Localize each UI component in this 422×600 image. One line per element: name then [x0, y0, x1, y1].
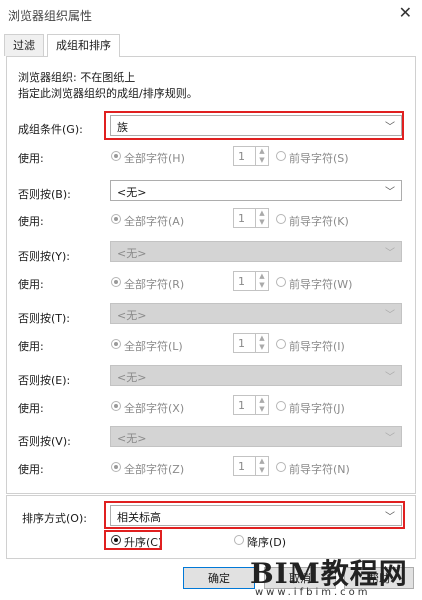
- highlight-box: [104, 501, 405, 529]
- highlight-box: [104, 111, 404, 140]
- group-by-label: 成组条件(G):: [18, 123, 83, 136]
- sort-by-label: 排序方式(O):: [22, 512, 87, 525]
- use-label: 使用:: [18, 463, 44, 476]
- stepper-up-icon[interactable]: ▲: [255, 209, 268, 218]
- stepper-up-icon[interactable]: ▲: [255, 396, 268, 405]
- stepper-down-icon[interactable]: ▼: [255, 405, 268, 414]
- all-chars-radio[interactable]: [111, 401, 121, 411]
- leading-chars-radio[interactable]: [276, 401, 286, 411]
- then-by-label: 否则按(B):: [18, 188, 71, 201]
- leading-chars-radio[interactable]: [276, 277, 286, 287]
- chevron-down-icon: ﹀: [385, 433, 395, 444]
- then-by-value: <无>: [117, 371, 147, 384]
- all-chars-radio[interactable]: [111, 339, 121, 349]
- then-by-dropdown[interactable]: <无> ﹀: [110, 303, 402, 324]
- all-chars-radio[interactable]: [111, 462, 121, 472]
- leading-count-value: 1: [238, 212, 245, 225]
- then-by-value: <无>: [117, 309, 147, 322]
- use-label: 使用:: [18, 340, 44, 353]
- then-by-dropdown[interactable]: <无> ﹀: [110, 426, 402, 447]
- leading-count-value: 1: [238, 275, 245, 288]
- stepper-down-icon[interactable]: ▼: [255, 156, 268, 165]
- leading-chars-label: 前导字符(I): [289, 340, 345, 353]
- leading-count-stepper[interactable]: 1 ▲ ▼: [233, 146, 269, 166]
- stepper-down-icon[interactable]: ▼: [255, 466, 268, 475]
- leading-chars-label: 前导字符(N): [289, 463, 350, 476]
- descending-label: 降序(D): [247, 536, 287, 549]
- then-by-label: 否则按(Y):: [18, 250, 71, 263]
- then-by-dropdown[interactable]: <无> ﹀: [110, 365, 402, 386]
- all-chars-label: 全部字符(R): [124, 278, 185, 291]
- leading-count-stepper[interactable]: 1 ▲ ▼: [233, 395, 269, 415]
- title-bar: 浏览器组织属性 ✕: [0, 0, 422, 30]
- ok-button[interactable]: 确定: [183, 567, 255, 589]
- leading-chars-radio[interactable]: [276, 339, 286, 349]
- all-chars-label: 全部字符(L): [124, 340, 183, 353]
- leading-chars-label: 前导字符(K): [289, 215, 349, 228]
- tab-group-sort[interactable]: 成组和排序: [47, 34, 120, 57]
- then-by-value: <无>: [117, 186, 147, 199]
- stepper-up-icon[interactable]: ▲: [255, 147, 268, 156]
- leading-chars-label: 前导字符(J): [289, 402, 345, 415]
- chevron-down-icon: ﹀: [385, 248, 395, 259]
- leading-chars-label: 前导字符(W): [289, 278, 353, 291]
- leading-chars-radio[interactable]: [276, 214, 286, 224]
- watermark-logo: BIM教程网: [250, 557, 408, 590]
- leading-count-stepper[interactable]: 1 ▲ ▼: [233, 208, 269, 228]
- leading-chars-label: 前导字符(S): [289, 152, 349, 165]
- leading-chars-radio[interactable]: [276, 151, 286, 161]
- then-by-value: <无>: [117, 432, 147, 445]
- close-icon[interactable]: ✕: [399, 4, 412, 22]
- chevron-down-icon: ﹀: [385, 310, 395, 321]
- tab-filter[interactable]: 过滤: [4, 34, 44, 56]
- leading-count-value: 1: [238, 399, 245, 412]
- then-by-value: <无>: [117, 247, 147, 260]
- stepper-up-icon[interactable]: ▲: [255, 457, 268, 466]
- stepper-up-icon[interactable]: ▲: [255, 334, 268, 343]
- watermark-url: www.ifbim.com: [255, 587, 371, 598]
- window-title: 浏览器组织属性: [8, 9, 93, 23]
- all-chars-label: 全部字符(X): [124, 402, 185, 415]
- stepper-down-icon[interactable]: ▼: [255, 343, 268, 352]
- info-instruction: 指定此浏览器组织的成组/排序规则。: [18, 87, 198, 100]
- leading-count-stepper[interactable]: 1 ▲ ▼: [233, 333, 269, 353]
- leading-count-value: 1: [238, 337, 245, 350]
- use-label: 使用:: [18, 215, 44, 228]
- leading-count-stepper[interactable]: 1 ▲ ▼: [233, 456, 269, 476]
- all-chars-label: 全部字符(H): [124, 152, 185, 165]
- then-by-label: 否则按(E):: [18, 374, 71, 387]
- leading-count-stepper[interactable]: 1 ▲ ▼: [233, 271, 269, 291]
- then-by-label: 否则按(T):: [18, 312, 71, 325]
- stepper-down-icon[interactable]: ▼: [255, 281, 268, 290]
- chevron-down-icon: ﹀: [385, 372, 395, 383]
- tab-strip: 过滤 成组和排序: [0, 34, 422, 57]
- use-label: 使用:: [18, 152, 44, 165]
- highlight-box: [104, 530, 162, 550]
- info-browser-org: 浏览器组织: 不在图纸上: [18, 71, 136, 84]
- then-by-label: 否则按(V):: [18, 435, 71, 448]
- chevron-down-icon: ﹀: [385, 187, 395, 198]
- leading-count-value: 1: [238, 460, 245, 473]
- stepper-down-icon[interactable]: ▼: [255, 218, 268, 227]
- all-chars-radio[interactable]: [111, 277, 121, 287]
- then-by-dropdown[interactable]: <无> ﹀: [110, 180, 402, 201]
- all-chars-radio[interactable]: [111, 214, 121, 224]
- stepper-up-icon[interactable]: ▲: [255, 272, 268, 281]
- then-by-dropdown[interactable]: <无> ﹀: [110, 241, 402, 262]
- leading-chars-radio[interactable]: [276, 462, 286, 472]
- all-chars-label: 全部字符(A): [124, 215, 185, 228]
- descending-radio[interactable]: [234, 535, 244, 545]
- use-label: 使用:: [18, 402, 44, 415]
- leading-count-value: 1: [238, 150, 245, 163]
- all-chars-label: 全部字符(Z): [124, 463, 185, 476]
- all-chars-radio[interactable]: [111, 151, 121, 161]
- use-label: 使用:: [18, 278, 44, 291]
